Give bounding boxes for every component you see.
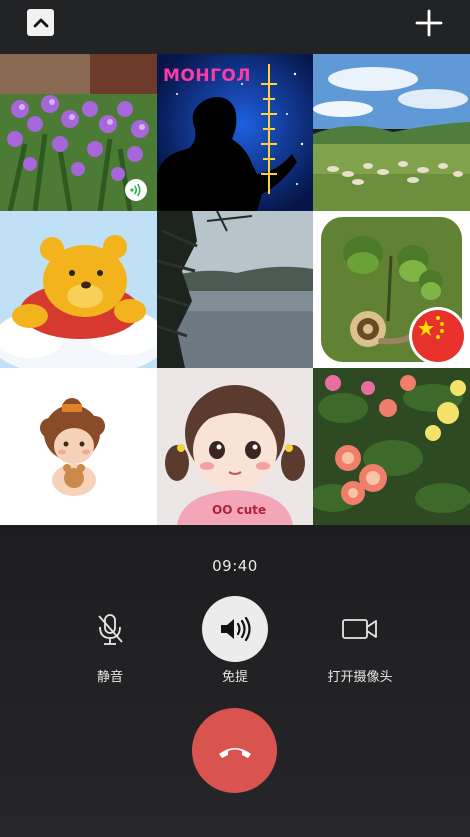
participant-tile-silhouette[interactable]: MOHГOЛ bbox=[157, 54, 313, 211]
mute-label: 静音 bbox=[96, 670, 123, 685]
participant-avatar bbox=[157, 211, 313, 368]
participant-avatar bbox=[0, 368, 157, 525]
camera-icon-wrap bbox=[327, 596, 393, 662]
speaker-button[interactable]: 免提 bbox=[175, 596, 295, 685]
participant-avatar bbox=[0, 211, 157, 368]
call-duration: 09:40 bbox=[212, 557, 258, 575]
participant-avatar bbox=[157, 368, 313, 525]
video-camera-icon bbox=[342, 619, 377, 639]
speaker-icon-wrap bbox=[202, 596, 268, 662]
participant-tile-pooh[interactable] bbox=[0, 211, 157, 368]
camera-label: 打开摄像头 bbox=[327, 670, 393, 685]
tile-text: MOHГOЛ bbox=[163, 66, 251, 86]
mute-button[interactable]: 静音 bbox=[50, 596, 170, 685]
hang-up-button[interactable] bbox=[192, 708, 277, 793]
microphone-icon bbox=[98, 614, 123, 645]
speaking-icon bbox=[125, 179, 147, 201]
shirt-text: OO cute bbox=[212, 503, 267, 517]
speaker-icon bbox=[221, 616, 251, 642]
participant-avatar bbox=[313, 54, 470, 211]
participant-tile-orchids[interactable] bbox=[0, 54, 157, 211]
speaker-label: 免提 bbox=[221, 670, 248, 685]
participant-tile-acorns[interactable] bbox=[313, 211, 470, 368]
collapse-button[interactable] bbox=[27, 9, 54, 36]
participant-avatar bbox=[313, 368, 470, 525]
add-participant-button[interactable] bbox=[414, 8, 444, 38]
participant-grid: MOHГOЛ OO cute bbox=[0, 54, 470, 525]
top-bar bbox=[0, 0, 470, 54]
participant-tile-pigtail-girl[interactable]: OO cute bbox=[157, 368, 313, 525]
china-flag-icon bbox=[409, 307, 467, 365]
camera-button[interactable]: 打开摄像头 bbox=[300, 596, 420, 685]
participant-tile-begonias[interactable] bbox=[313, 368, 470, 525]
chevron-up-icon bbox=[33, 18, 48, 27]
hang-up-icon bbox=[218, 747, 251, 758]
participant-tile-lake[interactable] bbox=[157, 211, 313, 368]
mute-icon-wrap bbox=[77, 596, 143, 662]
participant-tile-grassland[interactable] bbox=[313, 54, 470, 211]
plus-icon bbox=[415, 9, 443, 37]
participant-tile-curly-kid[interactable] bbox=[0, 368, 157, 525]
